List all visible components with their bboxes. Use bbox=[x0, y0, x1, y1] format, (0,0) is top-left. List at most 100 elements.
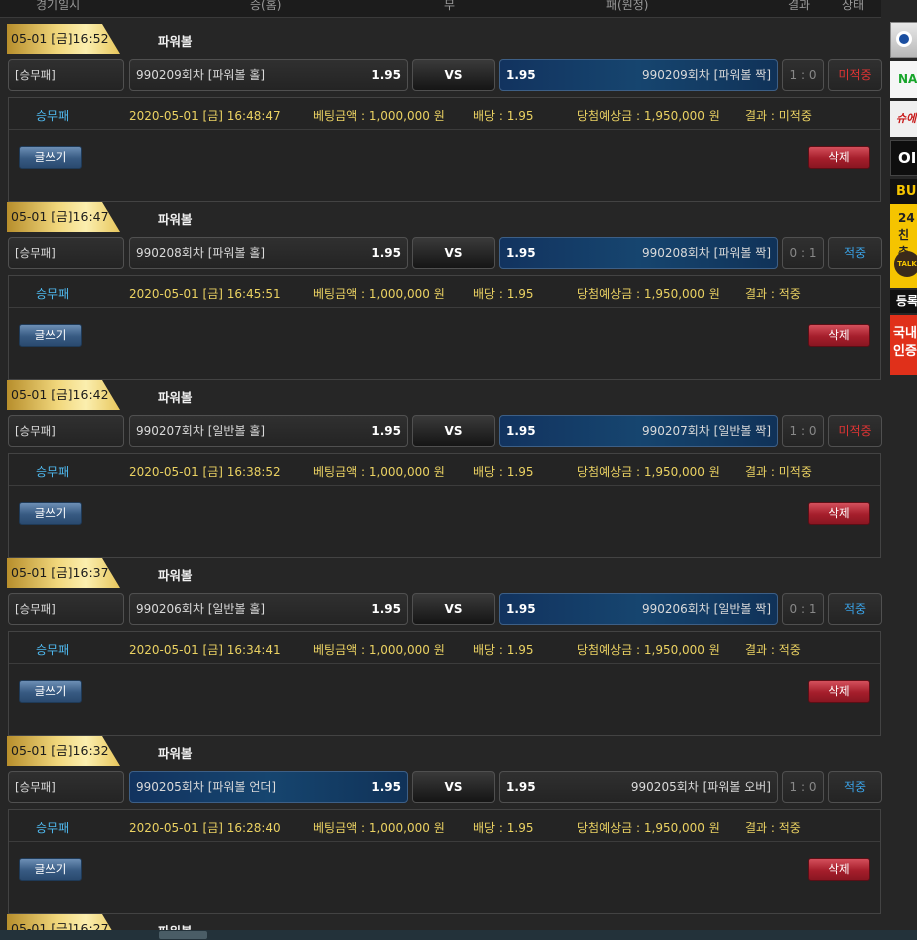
score: 0 : 1 bbox=[782, 237, 824, 269]
home-option[interactable]: 990209회차 [파워볼 홀] 1.95 bbox=[129, 59, 408, 91]
detail-line: 승무패 2020-05-01 [금] 16:38:52 베팅금액 : 1,000… bbox=[9, 454, 880, 486]
away-option[interactable]: 1.95 990206회차 [일반볼 짝] bbox=[499, 593, 778, 625]
bet-row: [승무패] 990209회차 [파워볼 홀] 1.95 VS 1.95 9902… bbox=[0, 59, 882, 91]
bet-block: 05-01 [금]16:47 파워볼 [승무패] 990208회차 [파워볼 홀… bbox=[0, 202, 882, 380]
detail-line: 승무패 2020-05-01 [금] 16:45:51 베팅금액 : 1,000… bbox=[9, 276, 880, 308]
horizontal-scrollbar[interactable] bbox=[0, 930, 917, 940]
home-team: 990205회차 [파워볼 언더] bbox=[136, 780, 277, 794]
game-name: 파워볼 bbox=[158, 390, 193, 405]
detail-odds: 배당 : 1.95 bbox=[473, 287, 534, 301]
game-name: 파워볼 bbox=[158, 568, 193, 583]
home-team: 990207회차 [일반볼 홀] bbox=[136, 424, 266, 438]
away-option[interactable]: 1.95 990207회차 [일반볼 짝] bbox=[499, 415, 778, 447]
circle-icon bbox=[896, 31, 912, 47]
status-badge: 적중 bbox=[828, 237, 882, 269]
delete-button[interactable]: 삭제 bbox=[808, 146, 870, 169]
away-option[interactable]: 1.95 990205회차 [파워볼 오버] bbox=[499, 771, 778, 803]
col-date: 경기일시 bbox=[36, 0, 81, 12]
home-odds: 1.95 bbox=[371, 602, 401, 616]
vs-label: VS bbox=[412, 415, 495, 447]
detail-expected-win: 당첨예상금 : 1,950,000 원 bbox=[577, 109, 720, 123]
home-option[interactable]: 990208회차 [파워볼 홀] 1.95 bbox=[129, 237, 408, 269]
banner-8-line1: 국내 bbox=[893, 326, 917, 341]
home-option[interactable]: 990205회차 [파워볼 언더] 1.95 bbox=[129, 771, 408, 803]
detail-odds: 배당 : 1.95 bbox=[473, 465, 534, 479]
side-banner-4[interactable]: OI bbox=[890, 140, 917, 176]
delete-button[interactable]: 삭제 bbox=[808, 502, 870, 525]
bet-detail: 승무패 2020-05-01 [금] 16:48:47 베팅금액 : 1,000… bbox=[8, 97, 881, 202]
col-result: 결과 bbox=[788, 0, 811, 12]
side-banner-8[interactable]: 국내 인증 bbox=[890, 315, 917, 375]
date-tag: 05-01 [금]16:42 bbox=[7, 380, 120, 410]
delete-button[interactable]: 삭제 bbox=[808, 324, 870, 347]
detail-expected-win: 당첨예상금 : 1,950,000 원 bbox=[577, 821, 720, 835]
write-button[interactable]: 글쓰기 bbox=[19, 858, 82, 881]
vs-label: VS bbox=[412, 771, 495, 803]
away-team: 990206회차 [일반볼 짝] bbox=[641, 602, 771, 616]
status-badge: 미적중 bbox=[828, 59, 882, 91]
bet-row: [승무패] 990205회차 [파워볼 언더] 1.95 VS 1.95 990… bbox=[0, 771, 882, 803]
score: 0 : 1 bbox=[782, 593, 824, 625]
detail-result: 결과 : 미적중 bbox=[745, 109, 812, 123]
away-option[interactable]: 1.95 990208회차 [파워볼 짝] bbox=[499, 237, 778, 269]
home-odds: 1.95 bbox=[371, 246, 401, 260]
away-option[interactable]: 1.95 990209회차 [파워볼 짝] bbox=[499, 59, 778, 91]
away-odds: 1.95 bbox=[506, 68, 536, 82]
side-banners: NA 슈에 OI BU 24 친추 TALK 등록 국내 인증 bbox=[890, 22, 917, 382]
bet-detail: 승무패 2020-05-01 [금] 16:28:40 베팅금액 : 1,000… bbox=[8, 809, 881, 914]
write-button[interactable]: 글쓰기 bbox=[19, 680, 82, 703]
detail-time: 2020-05-01 [금] 16:48:47 bbox=[129, 109, 281, 123]
write-button[interactable]: 글쓰기 bbox=[19, 502, 82, 525]
side-banner-3[interactable]: 슈에 bbox=[890, 101, 917, 137]
status-badge: 적중 bbox=[828, 593, 882, 625]
bet-type: [승무패] bbox=[8, 593, 124, 625]
detail-odds: 배당 : 1.95 bbox=[473, 821, 534, 835]
side-banner-1[interactable] bbox=[890, 22, 917, 58]
home-team: 990208회차 [파워볼 홀] bbox=[136, 246, 266, 260]
side-banner-6[interactable]: 24 친추 TALK bbox=[890, 204, 917, 288]
detail-result: 결과 : 미적중 bbox=[745, 465, 812, 479]
detail-line: 승무패 2020-05-01 [금] 16:48:47 베팅금액 : 1,000… bbox=[9, 98, 880, 130]
away-odds: 1.95 bbox=[506, 780, 536, 794]
col-away: 패(원정) bbox=[606, 0, 649, 12]
score: 1 : 0 bbox=[782, 415, 824, 447]
home-option[interactable]: 990207회차 [일반볼 홀] 1.95 bbox=[129, 415, 408, 447]
detail-type: 승무패 bbox=[36, 821, 70, 835]
vs-label: VS bbox=[412, 593, 495, 625]
scrollbar-thumb[interactable] bbox=[159, 931, 207, 939]
detail-amount: 베팅금액 : 1,000,000 원 bbox=[313, 109, 445, 123]
date-tag: 05-01 [금]16:32 bbox=[7, 736, 120, 766]
side-banner-7[interactable]: 등록 bbox=[890, 290, 917, 313]
away-team: 990209회차 [파워볼 짝] bbox=[641, 68, 771, 82]
game-name: 파워볼 bbox=[158, 746, 193, 761]
bet-type: [승무패] bbox=[8, 59, 124, 91]
away-odds: 1.95 bbox=[506, 602, 536, 616]
write-button[interactable]: 글쓰기 bbox=[19, 324, 82, 347]
detail-result: 결과 : 적중 bbox=[745, 821, 801, 835]
date-tag: 05-01 [금]16:52 bbox=[7, 24, 120, 54]
home-odds: 1.95 bbox=[371, 68, 401, 82]
detail-time: 2020-05-01 [금] 16:45:51 bbox=[129, 287, 281, 301]
side-banner-5[interactable]: BU bbox=[890, 179, 917, 204]
write-button[interactable]: 글쓰기 bbox=[19, 146, 82, 169]
detail-odds: 배당 : 1.95 bbox=[473, 109, 534, 123]
talk-icon: TALK bbox=[894, 251, 917, 277]
bet-row: [승무패] 990208회차 [파워볼 홀] 1.95 VS 1.95 9902… bbox=[0, 237, 882, 269]
home-option[interactable]: 990206회차 [일반볼 홀] 1.95 bbox=[129, 593, 408, 625]
detail-result: 결과 : 적중 bbox=[745, 287, 801, 301]
away-team: 990208회차 [파워볼 짝] bbox=[641, 246, 771, 260]
bet-block: 05-01 [금]16:37 파워볼 [승무패] 990206회차 [일반볼 홀… bbox=[0, 558, 882, 736]
detail-expected-win: 당첨예상금 : 1,950,000 원 bbox=[577, 643, 720, 657]
side-banner-2[interactable]: NA bbox=[890, 61, 917, 98]
delete-button[interactable]: 삭제 bbox=[808, 680, 870, 703]
score: 1 : 0 bbox=[782, 59, 824, 91]
bet-detail: 승무패 2020-05-01 [금] 16:34:41 베팅금액 : 1,000… bbox=[8, 631, 881, 736]
detail-line: 승무패 2020-05-01 [금] 16:28:40 베팅금액 : 1,000… bbox=[9, 810, 880, 842]
bet-type: [승무패] bbox=[8, 237, 124, 269]
delete-button[interactable]: 삭제 bbox=[808, 858, 870, 881]
detail-amount: 베팅금액 : 1,000,000 원 bbox=[313, 287, 445, 301]
detail-amount: 베팅금액 : 1,000,000 원 bbox=[313, 821, 445, 835]
home-team: 990206회차 [일반볼 홀] bbox=[136, 602, 266, 616]
date-tag: 05-01 [금]16:37 bbox=[7, 558, 120, 588]
bet-row: [승무패] 990206회차 [일반볼 홀] 1.95 VS 1.95 9902… bbox=[0, 593, 882, 625]
